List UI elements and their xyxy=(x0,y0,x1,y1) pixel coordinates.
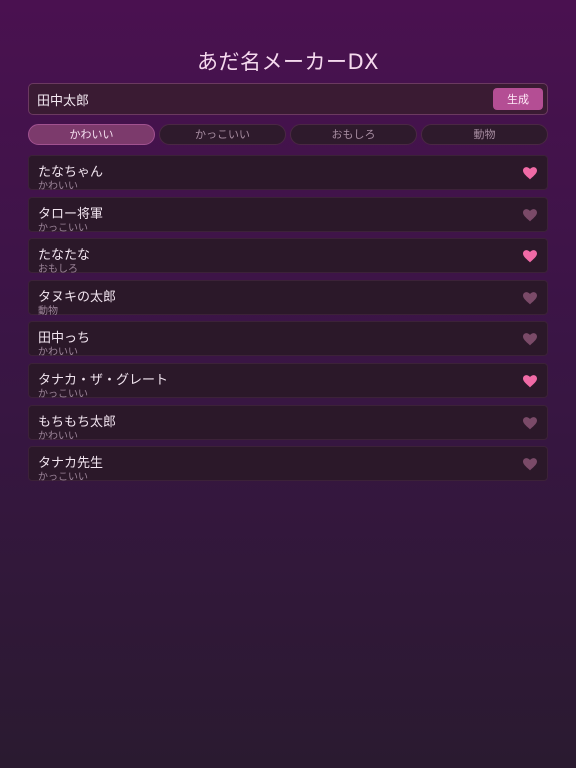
heart-icon[interactable] xyxy=(523,167,537,180)
heart-icon[interactable] xyxy=(523,209,537,222)
name-input[interactable] xyxy=(29,84,484,114)
list-item[interactable]: 田中っち かわいい xyxy=(28,321,548,358)
heart-icon[interactable] xyxy=(523,417,537,430)
list-item[interactable]: タナカ・ザ・グレート かっこいい xyxy=(28,363,548,400)
heart-icon[interactable] xyxy=(523,375,537,388)
list-item[interactable]: タナカ先生 かっこいい xyxy=(28,446,548,483)
heart-icon[interactable] xyxy=(523,458,537,471)
list-item[interactable]: タロー将軍 かっこいい xyxy=(28,197,548,234)
page-title: あだ名メーカーDX xyxy=(196,50,380,74)
heart-icon[interactable] xyxy=(523,250,537,263)
nickname-category: かわいい xyxy=(38,347,78,358)
nickname-category: おもしろ xyxy=(38,264,78,275)
heart-icon[interactable] xyxy=(523,292,537,305)
nickname-category: かわいい xyxy=(38,181,78,192)
list-item[interactable]: もちもち太郎 かわいい xyxy=(28,405,548,442)
tab-omoshiro[interactable]: おもしろ xyxy=(290,124,417,145)
list-item[interactable]: たなちゃん かわいい xyxy=(28,155,548,192)
tab-doubutsu[interactable]: 動物 xyxy=(421,124,548,145)
list-item[interactable]: タヌキの太郎 動物 xyxy=(28,280,548,317)
nickname-category: かわいい xyxy=(38,431,78,442)
list-item[interactable]: たなたな おもしろ xyxy=(28,238,548,275)
category-tabs: かわいい かっこいい おもしろ 動物 xyxy=(28,124,548,145)
nickname-category: 動物 xyxy=(38,306,58,317)
nickname-category: かっこいい xyxy=(38,223,88,234)
generate-button[interactable]: 生成 xyxy=(493,88,543,110)
heart-icon[interactable] xyxy=(523,333,537,346)
tab-kakkoii[interactable]: かっこいい xyxy=(159,124,286,145)
nickname-category: かっこいい xyxy=(38,472,88,483)
tab-kawaii[interactable]: かわいい xyxy=(28,124,155,145)
nickname-category: かっこいい xyxy=(38,389,88,400)
name-input-row: 生成 xyxy=(28,83,548,115)
